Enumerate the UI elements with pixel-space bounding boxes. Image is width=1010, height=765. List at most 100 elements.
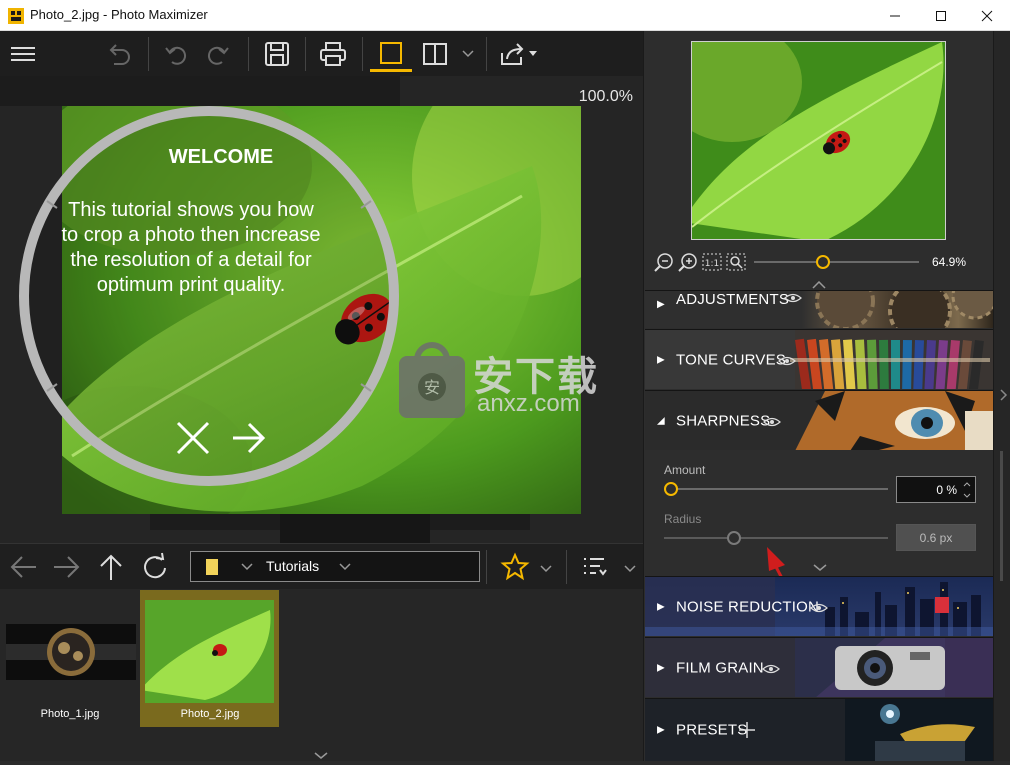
panel-film-grain[interactable]: ▶ FILM GRAIN (645, 637, 993, 697)
chevron-up-icon (812, 281, 826, 289)
chevron-right-icon[interactable] (1000, 389, 1008, 401)
redo-button[interactable] (204, 39, 234, 69)
expand-strip-button[interactable] (314, 747, 328, 759)
zoom-level: 100.0% (578, 88, 633, 105)
minimize-button[interactable] (872, 0, 918, 31)
share-icon (501, 43, 537, 65)
watermark-domain: anxz.com (477, 390, 580, 417)
amount-slider[interactable] (664, 481, 888, 497)
favorites-button[interactable] (500, 552, 530, 582)
chevron-down-icon (314, 752, 328, 759)
tutorial-next-button[interactable] (231, 420, 267, 456)
svg-text:安: 安 (424, 378, 440, 397)
favorites-dropdown-button[interactable] (540, 560, 556, 576)
folder-name: Tutorials (266, 558, 320, 574)
image-canvas[interactable]: 100.0% WELCOME This tutorial shows you h… (0, 76, 643, 543)
zoom-in-button[interactable] (678, 252, 698, 272)
eye-icon[interactable] (778, 356, 796, 366)
print-icon (320, 42, 346, 66)
panel-adjustments[interactable]: ▶ ADJUSTMENTS (645, 290, 993, 328)
tutorial-text-line: the resolution of a detail for (70, 249, 312, 271)
gears-image (815, 291, 993, 328)
eye-icon[interactable] (810, 603, 828, 613)
star-icon (500, 552, 530, 581)
refresh-button[interactable] (140, 552, 170, 582)
panel-sharpness[interactable]: ◢ SHARPNESS (645, 390, 993, 450)
sort-dropdown-button[interactable] (624, 560, 640, 576)
radius-label: Radius (664, 512, 702, 526)
sort-button[interactable] (580, 552, 610, 582)
radius-value-field[interactable]: 0.6 px (896, 524, 976, 551)
watch-thumbnail (6, 624, 136, 680)
navigator-photo (692, 42, 945, 239)
slider-knob[interactable] (815, 255, 830, 269)
navigator-preview[interactable] (691, 41, 946, 240)
eye-icon[interactable] (763, 417, 781, 427)
watermark: 安 安下载 anxz.com (397, 338, 637, 418)
folder-icon (206, 559, 218, 575)
main-toolbar (0, 31, 643, 76)
expand-arrow-icon: ▶ (657, 662, 665, 673)
view-dropdown-button[interactable] (458, 39, 478, 69)
tutorial-heading: WELCOME (168, 146, 274, 168)
zoom-out-button[interactable] (654, 252, 674, 272)
slider-knob[interactable] (664, 482, 678, 496)
eye-icon[interactable] (784, 293, 802, 303)
expand-arrow-icon: ▶ (657, 724, 665, 736)
tutorial-overlay: WELCOME This tutorial shows you how to c… (19, 96, 399, 496)
panel-title: ADJUSTMENTS (676, 291, 790, 308)
back-button[interactable] (8, 552, 38, 582)
undo-all-icon (109, 44, 130, 65)
slider-knob[interactable] (727, 531, 741, 545)
tutorial-text-line: This tutorial shows you how (68, 199, 314, 221)
single-view-button[interactable] (370, 36, 412, 72)
expand-arrow-icon: ▶ (657, 601, 665, 612)
thumbnail-item-selected[interactable]: Photo_2.jpg (140, 590, 279, 727)
split-view-icon (423, 43, 447, 65)
tutorial-text-line: to crop a photo then increase (61, 224, 321, 246)
single-view-icon (380, 41, 402, 64)
thumbnail-item[interactable]: Photo_1.jpg (4, 591, 138, 723)
chevron-down-icon[interactable] (813, 564, 827, 572)
forward-button[interactable] (52, 552, 82, 582)
zoom-out-icon (654, 253, 673, 272)
share-button[interactable] (498, 39, 540, 69)
sort-list-icon (584, 558, 607, 576)
radius-value: 0.6 px (919, 531, 953, 545)
title-bar: Photo_2.jpg - Photo Maximizer (0, 0, 1010, 31)
plus-icon[interactable] (738, 721, 756, 739)
chevron-down-icon (540, 565, 552, 573)
chevron-down-icon (339, 563, 351, 571)
redo-icon (207, 46, 229, 65)
panel-noise-reduction[interactable]: ▶ NOISE REDUCTION (645, 576, 993, 636)
spinner-icon[interactable] (962, 480, 972, 500)
panel-presets[interactable]: ▶ PRESETS (645, 698, 993, 761)
close-button[interactable] (964, 0, 1010, 31)
save-button[interactable] (262, 39, 292, 69)
actual-size-button[interactable]: 1:1 (702, 252, 722, 272)
maximize-button[interactable] (918, 0, 964, 31)
print-button[interactable] (318, 39, 348, 69)
navigator-zoom-slider[interactable] (754, 253, 919, 271)
panel-tone-curves[interactable]: ▶ TONE CURVES (645, 329, 993, 389)
fit-to-window-button[interactable] (726, 252, 746, 272)
folder-selector[interactable]: Tutorials (190, 551, 480, 582)
svg-text:1:1: 1:1 (705, 259, 719, 269)
refresh-icon (144, 552, 166, 579)
panel-scrollbar[interactable] (993, 31, 1010, 761)
thumbnail-name: Photo_1.jpg (40, 708, 100, 720)
undo-button[interactable] (160, 39, 190, 69)
undo-icon (165, 46, 187, 65)
right-panel: 1:1 64.9% ▶ ADJUSTMENTS ▶ TONE CURVES ◢ … (643, 31, 1010, 761)
undo-all-button[interactable] (104, 39, 134, 69)
split-view-button[interactable] (420, 39, 450, 69)
arrow-left-icon (10, 556, 36, 578)
eye-icon[interactable] (762, 664, 780, 674)
tutorial-close-button[interactable] (175, 420, 211, 456)
up-folder-button[interactable] (96, 552, 126, 582)
zoom-in-icon (678, 253, 697, 272)
menu-button[interactable] (8, 39, 38, 69)
hamburger-icon (11, 47, 35, 61)
amount-label: Amount (664, 463, 706, 477)
amount-value-field[interactable]: 0 % (896, 476, 976, 503)
